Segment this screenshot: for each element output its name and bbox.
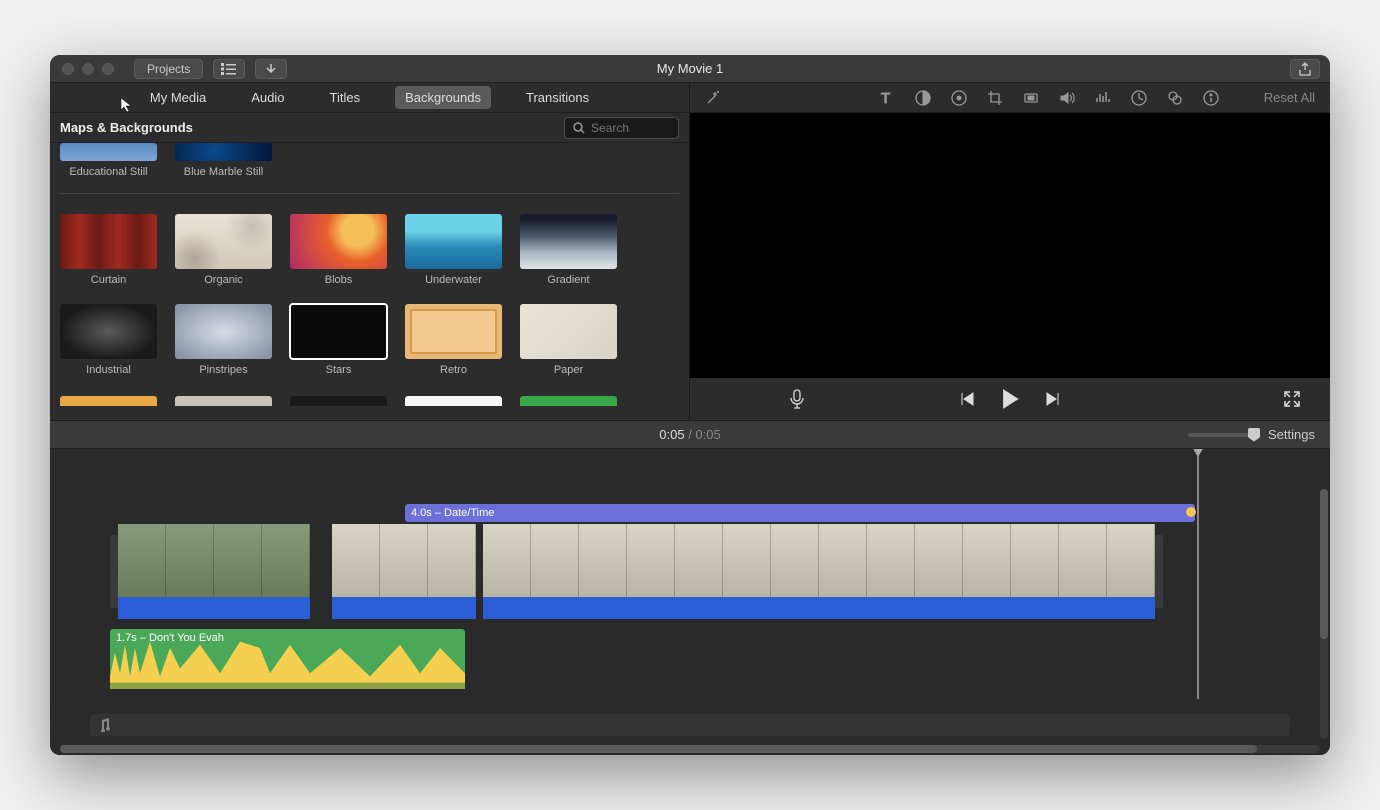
effects-icon[interactable] (1167, 90, 1183, 106)
zoom-window-icon[interactable] (102, 63, 114, 75)
window-controls (62, 63, 114, 75)
minimize-window-icon[interactable] (82, 63, 94, 75)
color-correction-icon[interactable] (951, 90, 967, 106)
bg-retro[interactable]: Retro (405, 304, 502, 376)
projects-button[interactable]: Projects (134, 59, 203, 79)
reset-all-button[interactable]: Reset All (1264, 90, 1315, 105)
tab-audio[interactable]: Audio (241, 86, 294, 109)
share-button[interactable] (1290, 59, 1320, 79)
bg-educational-still[interactable]: Educational Still (60, 143, 157, 178)
zoom-slider[interactable] (1188, 433, 1258, 437)
title-clip[interactable]: 4.0s – Date/Time (405, 504, 1195, 522)
clip-handle-left[interactable] (110, 535, 118, 608)
speed-icon[interactable] (1131, 90, 1147, 106)
fullscreen-icon[interactable] (1284, 391, 1300, 407)
bg-underwater[interactable]: Underwater (405, 214, 502, 286)
next-frame-icon[interactable] (1045, 391, 1061, 407)
backgrounds-grid[interactable]: Educational Still Blue Marble Still Curt… (50, 143, 689, 420)
import-icon[interactable] (255, 59, 287, 79)
bg-pinstripes[interactable]: Pinstripes (175, 304, 272, 376)
window-title: My Movie 1 (657, 61, 723, 76)
tab-transitions[interactable]: Transitions (516, 86, 599, 109)
music-track-well[interactable] (90, 714, 1290, 736)
browser-section-title: Maps & Backgrounds (60, 120, 193, 135)
waveform-icon (110, 629, 465, 689)
info-icon[interactable] (1203, 90, 1219, 106)
playback-controls (690, 378, 1330, 420)
noise-reduction-icon[interactable] (1095, 90, 1111, 106)
clip-handle-right[interactable] (1155, 535, 1163, 608)
timeline[interactable]: 4.0s – Date/Time (50, 449, 1330, 755)
voiceover-mic-icon[interactable] (790, 389, 804, 409)
close-window-icon[interactable] (62, 63, 74, 75)
bg-curtain[interactable]: Curtain (60, 214, 157, 286)
bg-blobs[interactable]: Blobs (290, 214, 387, 286)
settings-button[interactable]: Settings (1268, 427, 1315, 442)
enhance-wand-icon[interactable] (705, 90, 721, 106)
video-clip-3[interactable] (483, 524, 1155, 619)
volume-icon[interactable] (1059, 90, 1075, 106)
tab-titles[interactable]: Titles (320, 86, 371, 109)
timecode-display: 0:05 / 0:05 (659, 427, 720, 442)
tab-mymedia[interactable]: My Media (140, 86, 216, 109)
library-list-icon[interactable] (213, 59, 245, 79)
music-note-icon (98, 718, 110, 732)
bg-industrial[interactable]: Industrial (60, 304, 157, 376)
bg-gradient[interactable]: Gradient (520, 214, 617, 286)
crop-icon[interactable] (987, 90, 1003, 106)
titlebar: Projects My Movie 1 (50, 55, 1330, 83)
video-clip-2[interactable] (332, 524, 476, 619)
bg-stars[interactable]: Stars (290, 304, 387, 376)
stabilization-icon[interactable] (1023, 90, 1039, 106)
vertical-scrollbar[interactable] (1320, 489, 1328, 739)
text-adjust-icon[interactable]: T (879, 90, 895, 106)
media-browser-panel: My Media Audio Titles Backgrounds Transi… (50, 83, 690, 420)
adjust-toolbar: T Reset All (690, 83, 1330, 113)
search-input[interactable] (591, 121, 661, 135)
time-ruler[interactable]: 0:05 / 0:05 Settings (50, 421, 1330, 449)
bg-blue-marble-still[interactable]: Blue Marble Still (175, 143, 272, 178)
play-icon[interactable] (1000, 389, 1020, 409)
bg-organic[interactable]: Organic (175, 214, 272, 286)
search-field[interactable] (564, 117, 679, 139)
color-balance-icon[interactable] (915, 90, 931, 106)
svg-text:T: T (881, 90, 890, 106)
browser-tabs: My Media Audio Titles Backgrounds Transi… (50, 83, 689, 113)
viewer-panel: T Reset All (690, 83, 1330, 420)
playhead[interactable] (1197, 449, 1199, 699)
app-window: Projects My Movie 1 My Media Audio Title… (50, 55, 1330, 755)
prev-frame-icon[interactable] (959, 391, 975, 407)
search-icon (573, 122, 585, 134)
tab-backgrounds[interactable]: Backgrounds (395, 86, 491, 109)
audio-clip[interactable]: 1.7s – Don't You Evah (110, 629, 465, 689)
video-clip-1[interactable] (118, 524, 310, 619)
horizontal-scrollbar[interactable] (60, 745, 1320, 753)
preview-viewer[interactable] (690, 113, 1330, 378)
bg-paper[interactable]: Paper (520, 304, 617, 376)
